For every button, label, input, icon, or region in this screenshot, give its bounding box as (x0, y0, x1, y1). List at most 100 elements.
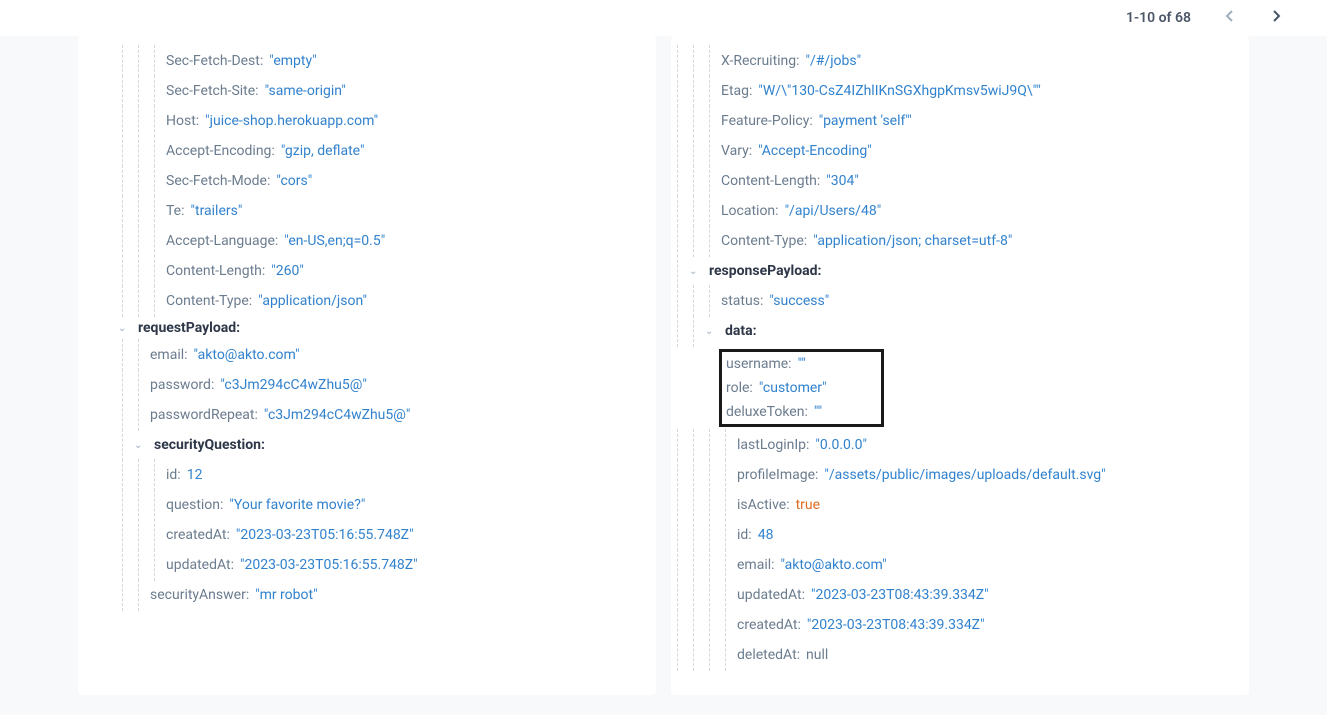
field-key: Accept-Language: (166, 233, 278, 249)
data-row: updatedAt: "2023-03-23T08:43:39.334Z" (673, 580, 1229, 610)
data-row: deletedAt:null (673, 640, 1229, 670)
response-header-row: Location:"/api/Users/48" (673, 196, 1229, 226)
field-key: Location: (721, 203, 779, 219)
data-row: lastLoginIp: "0.0.0.0" (673, 430, 1229, 460)
data-row: profileImage:"/assets/public/images/uplo… (673, 460, 1229, 490)
data-row: deluxeToken:"" (723, 400, 881, 424)
field-value: "/#/jobs" (806, 53, 862, 69)
data-row: email: "akto@akto.com" (673, 550, 1229, 580)
request-header-row: Host: "juice-shop.herokuapp.com" (118, 106, 636, 136)
field-key: lastLoginIp: (737, 437, 809, 453)
field-value: "Accept-Encoding" (758, 143, 872, 159)
securityanswer-key: securityAnswer: (150, 587, 249, 603)
response-header-row: Vary: "Accept-Encoding" (673, 136, 1229, 166)
field-value: "304" (826, 173, 859, 189)
securityanswer-value: "mr robot" (255, 587, 317, 603)
field-key: Host: (166, 113, 199, 129)
request-header-row: Content-Length: "260" (118, 256, 636, 286)
field-key: id: (737, 527, 752, 543)
field-value: "2023-03-23T08:43:39.334Z" (807, 617, 985, 633)
field-value: "Your favorite movie?" (229, 497, 365, 513)
field-key: X-Recruiting: (721, 53, 800, 69)
field-key: createdAt: (166, 527, 230, 543)
field-value: "en-US,en;q=0.5" (284, 233, 385, 249)
chevron-right-icon (1273, 10, 1281, 22)
field-value: "akto@akto.com" (194, 347, 300, 363)
field-key: Accept-Encoding: (166, 143, 275, 159)
field-key: email: (150, 347, 188, 363)
field-key: question: (166, 497, 223, 513)
field-value: "gzip, deflate" (281, 143, 365, 159)
field-key: id: (166, 467, 181, 483)
response-header-row: Feature-Policy: "payment 'self'" (673, 106, 1229, 136)
data-row: role:"customer" (723, 376, 881, 400)
field-value: "customer" (759, 380, 827, 396)
toggle-requestpayload[interactable]: ⌄ (118, 323, 132, 334)
field-key: Content-Type: (166, 293, 252, 309)
field-value: "cors" (276, 173, 312, 189)
field-key: Content-Length: (166, 263, 265, 279)
field-value: "" (798, 356, 806, 372)
security-question-row: updatedAt: "2023-03-23T05:16:55.748Z" (118, 550, 636, 580)
field-value: "0.0.0.0" (815, 437, 867, 453)
next-page-button[interactable] (1267, 8, 1287, 28)
security-question-row: createdAt: "2023-03-23T05:16:55.748Z" (118, 520, 636, 550)
field-value: "c3Jm294cC4wZhu5@" (220, 377, 366, 393)
field-key: Content-Type: (721, 233, 807, 249)
toggle-securityquestion[interactable]: ⌄ (134, 440, 148, 451)
field-value: null (806, 647, 828, 663)
field-value: "2023-03-23T05:16:55.748Z" (240, 557, 418, 573)
request-header-row: Te:"trailers" (118, 196, 636, 226)
response-header-row: Content-Length:"304" (673, 166, 1229, 196)
field-value: "2023-03-23T05:16:55.748Z" (236, 527, 414, 543)
field-value: "application/json" (258, 293, 367, 309)
securityquestion-label: securityQuestion: (154, 437, 265, 453)
field-value: "W/\"130-CsZ4IZhlIKnSGXhgpKmsv5wiJ9Q\"" (758, 83, 1040, 99)
field-key: updatedAt: (737, 587, 805, 603)
field-value: "application/json; charset=utf-8" (813, 233, 1012, 249)
field-key: Sec-Fetch-Site: (166, 83, 259, 99)
field-value: "same-origin" (265, 83, 346, 99)
field-value: "260" (271, 263, 304, 279)
request-payload-row: passwordRepeat: "c3Jm294cC4wZhu5@" (118, 400, 636, 430)
request-header-row: Accept-Encoding: "gzip, deflate" (118, 136, 636, 166)
field-value: 12 (187, 467, 203, 483)
field-value: "trailers" (191, 203, 243, 219)
response-panel: X-Recruiting:"/#/jobs"Etag:"W/\"130-CsZ4… (671, 36, 1249, 695)
request-header-row: Content-Type: "application/json" (118, 286, 636, 316)
request-header-row: Sec-Fetch-Site: "same-origin" (118, 76, 636, 106)
field-key: Feature-Policy: (721, 113, 813, 129)
field-value: true (796, 497, 820, 513)
field-key: updatedAt: (166, 557, 234, 573)
request-payload-row: email: "akto@akto.com" (118, 340, 636, 370)
security-question-row: id: 12 (118, 460, 636, 490)
field-key: isActive: (737, 497, 790, 513)
request-header-row: Accept-Language: "en-US,en;q=0.5" (118, 226, 636, 256)
data-row: id: 48 (673, 520, 1229, 550)
field-value: "2023-03-23T08:43:39.334Z" (811, 587, 989, 603)
field-value: "empty" (269, 53, 316, 69)
field-value: "juice-shop.herokuapp.com" (205, 113, 378, 129)
security-question-row: question: "Your favorite movie?" (118, 490, 636, 520)
field-key: email: (737, 557, 775, 573)
field-key: Vary: (721, 143, 752, 159)
data-row: isActive: true (673, 490, 1229, 520)
field-value: "c3Jm294cC4wZhu5@" (264, 407, 410, 423)
request-header-row: Sec-Fetch-Mode:"cors" (118, 166, 636, 196)
response-header-row: X-Recruiting: "/#/jobs" (673, 46, 1229, 76)
responsepayload-label: responsePayload: (709, 263, 821, 279)
field-value: "akto@akto.com" (781, 557, 887, 573)
field-value: 48 (758, 527, 774, 543)
prev-page-button[interactable] (1219, 8, 1239, 28)
request-panel: Sec-Fetch-Dest: "empty" Sec-Fetch-Site: "sa… (78, 36, 656, 695)
highlighted-data-box: username: "" role:"customer"deluxeToken:"" (719, 349, 884, 427)
field-key: username: (726, 356, 792, 372)
toggle-responsepayload[interactable]: ⌄ (689, 266, 703, 277)
field-key: passwordRepeat: (150, 407, 258, 423)
response-header-row: Content-Type: "application/json; charset=… (673, 226, 1229, 256)
field-key: Sec-Fetch-Dest: (166, 53, 263, 69)
field-value: "payment 'self'" (819, 113, 912, 129)
toggle-data[interactable]: ⌄ (705, 326, 719, 337)
requestpayload-label: requestPayload: (138, 320, 240, 336)
field-value: "" (814, 404, 822, 420)
